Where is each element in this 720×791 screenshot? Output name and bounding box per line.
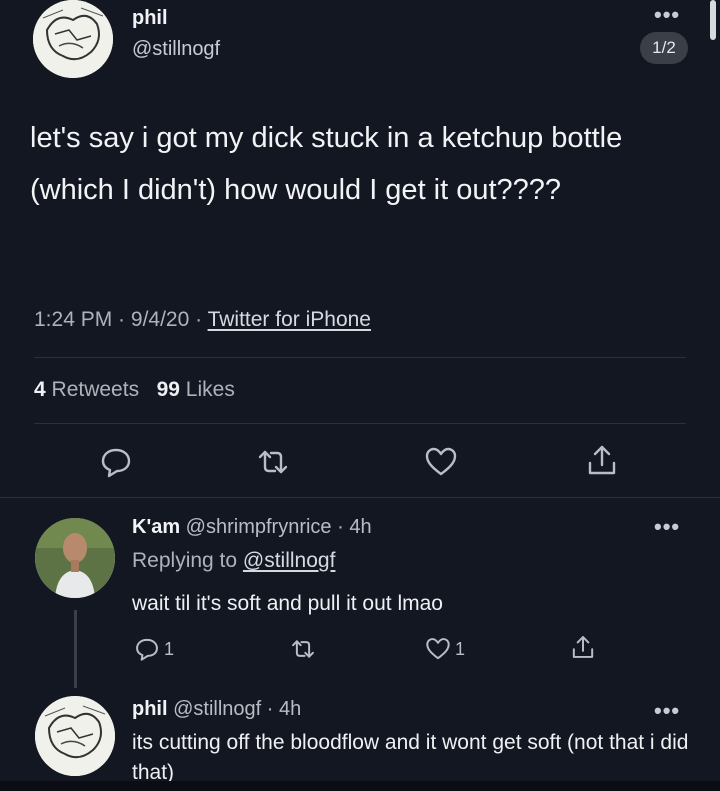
retweet-label: Retweets [51,378,140,401]
author-name[interactable]: phil [132,7,168,30]
reply-author-handle[interactable]: @stillnogf [173,698,261,720]
tweet-stats: 4 Retweets 99 Likes [34,378,235,402]
reply-time: 4h [349,516,372,538]
more-dots-icon[interactable]: ••• [654,516,680,538]
share-icon[interactable] [585,443,619,477]
reply-header: phil @stillnogf · 4h [132,698,302,720]
more-dots-icon[interactable]: ••• [654,4,680,26]
like-icon [426,638,450,660]
reply-reply-button[interactable]: 1 [134,636,174,662]
reply-text: wait til it's soft and pull it out lmao [132,592,443,615]
retweet-count: 4 [34,378,46,401]
divider [0,497,720,498]
reply-reply-count: 1 [164,638,175,659]
like-count: 99 [156,378,180,401]
divider [34,423,686,424]
replying-to-mention[interactable]: @stillnogf [243,549,336,572]
reply-icon[interactable] [99,445,133,479]
reply-author-name[interactable]: phil [132,698,168,720]
reply-header: K'am @shrimpfrynrice · 4h [132,516,372,538]
thread-connector [74,610,77,688]
reply-time: 4h [279,698,302,720]
tweet-source-link[interactable]: Twitter for iPhone [208,308,371,331]
reply-author-name[interactable]: K'am [132,516,180,538]
like-icon[interactable] [424,445,458,479]
replying-to-label: Replying to [132,549,238,572]
likes-stat[interactable]: 99 Likes [157,378,235,401]
reply-author-avatar[interactable] [35,518,115,598]
author-handle[interactable]: @stillnogf [132,38,220,61]
thread-counter-badge: 1/2 [640,32,688,64]
retweet-icon [292,640,314,658]
divider [34,357,686,358]
share-icon [572,636,594,658]
reply-share-button[interactable] [570,634,596,660]
retweets-stat[interactable]: 4 Retweets [34,378,139,401]
reply-icon [136,638,158,661]
like-label: Likes [185,378,235,401]
reply-like-count: 1 [455,638,466,659]
tweet-date: 9/4/20 [130,308,190,331]
replying-to: Replying to @stillnogf [132,549,335,573]
tweet-meta: 1:24 PM · 9/4/20 · Twitter for iPhone [34,308,371,331]
scrollbar[interactable] [710,0,716,40]
tweet-time: 1:24 PM [34,308,113,331]
retweet-icon[interactable] [256,445,290,479]
reply-author-avatar[interactable] [35,696,115,776]
screen-edge [0,781,720,791]
reply-text: its cutting off the bloodflow and it won… [132,731,689,784]
author-avatar[interactable] [33,0,113,78]
reply-author-handle[interactable]: @shrimpfrynrice [186,516,332,538]
tweet-text: let's say i got my dick stuck in a ketch… [30,122,623,206]
reply-retweet-button[interactable] [290,636,316,662]
more-dots-icon[interactable]: ••• [654,700,680,722]
reply-like-button[interactable]: 1 [425,636,465,662]
